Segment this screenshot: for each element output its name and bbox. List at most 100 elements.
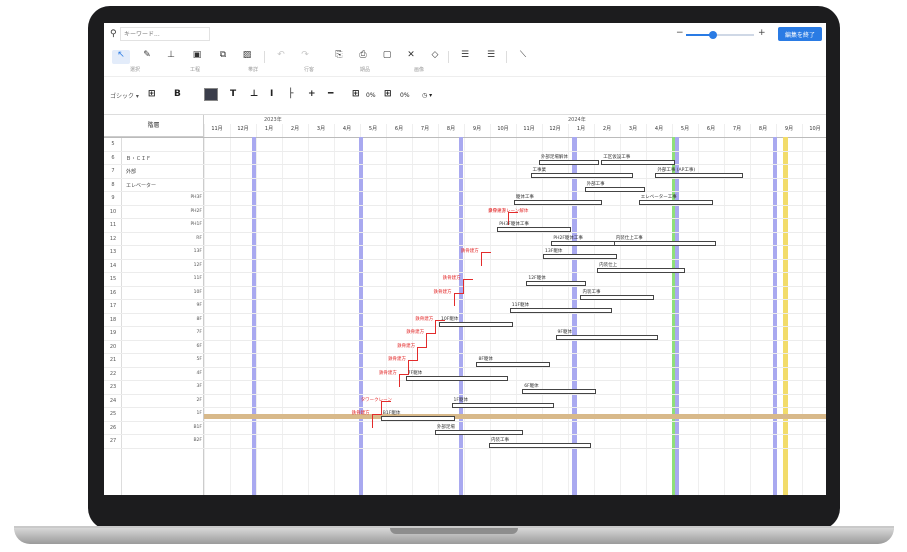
schedule-bar[interactable] xyxy=(555,335,658,340)
schedule-bar[interactable] xyxy=(543,254,618,259)
row-number: 27 xyxy=(109,438,117,444)
schedule-bar-label: タワークレーン解体 xyxy=(488,208,529,214)
line-button[interactable]: I xyxy=(270,89,273,99)
row-floor: 8F xyxy=(196,316,202,322)
schedule-bar[interactable] xyxy=(434,429,523,435)
toolbar-tool-13[interactable]: ☰ xyxy=(456,50,474,64)
month-gridline xyxy=(724,124,725,495)
clock-select[interactable]: ◷ ▾ xyxy=(422,92,432,99)
schedule-bar[interactable] xyxy=(584,186,645,192)
row-label: エレベーター xyxy=(126,182,157,189)
table-icon-2[interactable]: ⊞ xyxy=(384,89,392,99)
end-edit-button[interactable]: 編集を終了 xyxy=(778,27,822,41)
month-label: 3月 xyxy=(316,126,326,132)
schedule-bar[interactable] xyxy=(476,362,551,367)
laptop-notch xyxy=(390,528,518,534)
toolbar-tool-12[interactable]: ◇ xyxy=(426,50,444,64)
text-tool-button[interactable]: T xyxy=(230,89,236,99)
schedule-bar-label: 鉄骨建方 xyxy=(388,357,406,362)
zoom-slider[interactable] xyxy=(686,31,754,39)
row-floor: 12F xyxy=(193,262,202,268)
row-number: 9 xyxy=(111,195,115,201)
toolbar-tool-15[interactable]: ⟍ xyxy=(514,50,532,64)
font-select[interactable]: ゴシック ▾ xyxy=(110,91,139,100)
month-label: 2月 xyxy=(602,126,612,132)
schedule-bar[interactable] xyxy=(597,267,686,273)
schedule-bar[interactable] xyxy=(513,200,602,205)
row-number: 23 xyxy=(109,384,117,390)
schedule-bar[interactable] xyxy=(439,321,514,327)
month-gridline xyxy=(464,124,465,495)
toolbar-tool-5[interactable]: ▨ xyxy=(238,50,256,64)
toolbar-tool-7[interactable]: ↷ xyxy=(296,50,314,64)
month-label: 8月 xyxy=(758,126,768,132)
zoom-in-button[interactable]: + xyxy=(758,28,766,38)
schedule-bar-label: 11F躯体 xyxy=(511,303,530,308)
grid-icon[interactable]: ⊞ xyxy=(148,89,156,99)
schedule-bar[interactable] xyxy=(451,402,554,408)
schedule-bar[interactable] xyxy=(509,308,612,313)
year-label: 2024年 xyxy=(568,117,586,123)
row-number: 15 xyxy=(109,276,117,282)
schedule-bar[interactable] xyxy=(522,389,597,394)
row-floor: 4F xyxy=(196,370,202,376)
schedule-bar[interactable] xyxy=(580,294,655,300)
row-floor: PH3F xyxy=(190,195,202,200)
row-gridline xyxy=(104,204,826,206)
schedule-bar[interactable] xyxy=(405,375,508,381)
schedule-bar[interactable] xyxy=(526,281,587,286)
schedule-bar[interactable] xyxy=(530,173,633,178)
schedule-bar-label: 鉄骨建方 xyxy=(442,276,461,281)
toolbar-tool-0[interactable]: ↖ xyxy=(112,50,130,64)
row-gridline xyxy=(104,420,826,422)
zoom-out-button[interactable]: − xyxy=(676,28,684,38)
bracket-button[interactable]: ├ xyxy=(288,89,293,99)
month-gridline xyxy=(646,124,647,495)
row-number: 10 xyxy=(109,208,117,215)
search-input[interactable] xyxy=(120,27,210,41)
fill-color-swatch[interactable] xyxy=(204,88,218,101)
month-gridline xyxy=(204,124,205,495)
schedule-bar-label: 外部足場 xyxy=(436,424,455,430)
schedule-bar[interactable] xyxy=(601,159,676,165)
schedule-bar[interactable] xyxy=(380,416,455,421)
month-gridline xyxy=(620,124,621,495)
schedule-bar[interactable] xyxy=(538,159,599,165)
schedule-bar[interactable] xyxy=(488,443,591,448)
toolbar-tool-14[interactable]: ☰ xyxy=(482,50,500,64)
schedule-bar[interactable] xyxy=(613,240,716,246)
row-label: Ｂ・ＣＩＦ xyxy=(126,155,152,162)
minus-button[interactable]: ━ xyxy=(328,89,333,99)
toolbar-tool-10[interactable]: ▢ xyxy=(378,50,396,64)
toolbar-tool-11[interactable]: ✕ xyxy=(402,50,420,64)
zoom-slider-thumb[interactable] xyxy=(709,31,718,39)
schedule-bar[interactable] xyxy=(497,227,572,232)
row-gridline xyxy=(104,272,826,273)
table-icon[interactable]: ⊞ xyxy=(352,89,360,99)
toolbar-tool-8[interactable]: ⎘ xyxy=(330,50,348,64)
align-bottom-button[interactable]: ⊥ xyxy=(250,89,258,99)
toolbar-tool-9[interactable]: ⎙ xyxy=(354,50,372,64)
row-floor: RF xyxy=(196,235,202,241)
dependency-link xyxy=(480,252,491,266)
toolbar-tool-3[interactable]: ▣ xyxy=(188,50,206,64)
plus-button[interactable]: + xyxy=(308,89,316,99)
toolbar-tool-6[interactable]: ↶ xyxy=(272,50,290,64)
schedule-bar[interactable] xyxy=(655,173,744,178)
toolbar-tool-2[interactable]: ⊥ xyxy=(162,50,180,64)
row-number: 11 xyxy=(109,222,117,228)
schedule-bar[interactable] xyxy=(638,200,713,205)
month-label: 4月 xyxy=(342,126,352,132)
toolbar-separator xyxy=(448,51,449,63)
toolbar-tool-1[interactable]: ✎ xyxy=(138,50,156,64)
schedule-bar-label: タワークレーン xyxy=(360,397,392,403)
row-floor: 3F xyxy=(196,384,202,389)
row-number: 18 xyxy=(109,316,117,323)
schedule-bar-label: 鉄骨建方 xyxy=(433,289,452,295)
row-gridline xyxy=(104,164,826,165)
row-gridline xyxy=(104,366,826,368)
month-label: 1月 xyxy=(576,126,586,132)
toolbar-tool-4[interactable]: ⧉ xyxy=(214,50,232,64)
bold-button[interactable]: B xyxy=(174,89,181,99)
month-label: 9月 xyxy=(472,126,482,132)
